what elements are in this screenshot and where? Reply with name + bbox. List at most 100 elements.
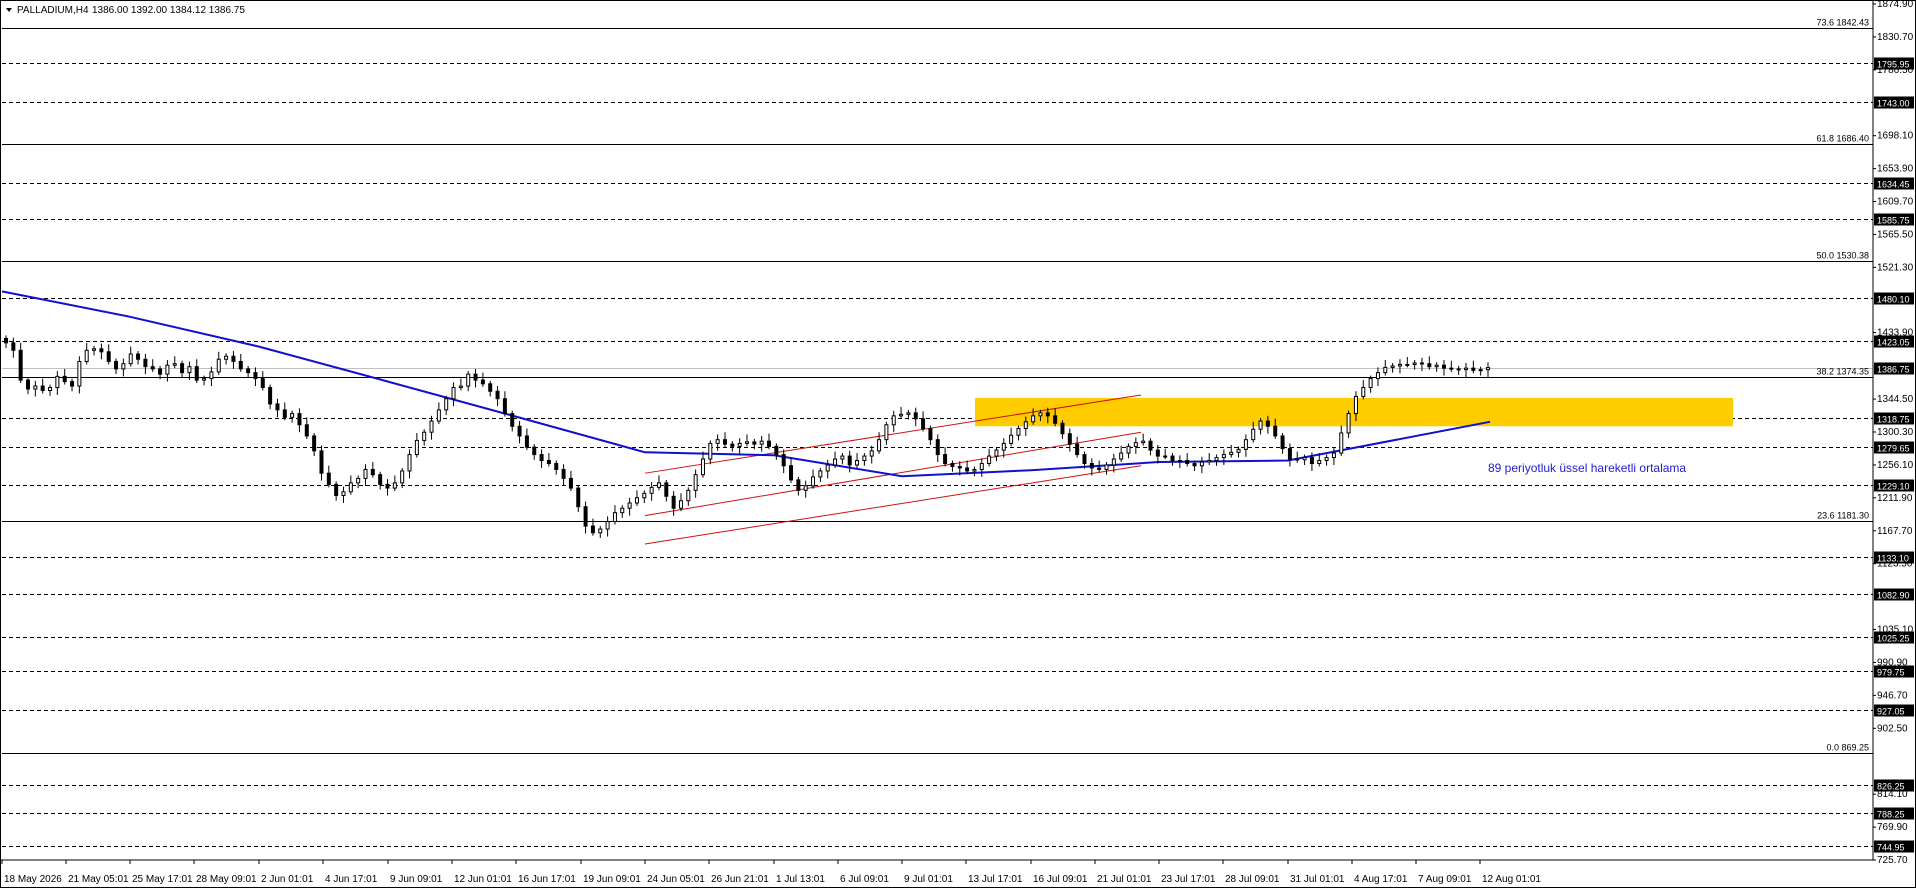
candle-body xyxy=(158,368,163,375)
candle-body xyxy=(1375,372,1380,380)
candle-body xyxy=(150,366,155,370)
x-tick-label: 4 Aug 17:01 xyxy=(1354,874,1408,885)
y-tick-label: 1167.70 xyxy=(1877,526,1913,537)
candle-body xyxy=(348,482,353,493)
axis-layer: 1874.901830.701786.501698.101653.901609.… xyxy=(0,0,1916,888)
candle-body xyxy=(444,398,449,411)
candle-body xyxy=(767,440,772,447)
candle-body xyxy=(840,455,845,460)
candle-body xyxy=(1390,365,1395,368)
candle-body xyxy=(627,502,632,509)
candle-body xyxy=(326,472,331,485)
candle-body xyxy=(1141,440,1146,444)
candle-body xyxy=(1486,367,1490,371)
candle-body xyxy=(811,476,816,487)
candle-body xyxy=(194,366,199,381)
candle-body xyxy=(1280,435,1285,450)
candle-body xyxy=(436,409,441,422)
candle-body xyxy=(1471,367,1476,371)
candle-body xyxy=(62,375,67,383)
level-price-label: 1795.95 xyxy=(1877,60,1910,70)
candle-body xyxy=(759,440,764,445)
x-tick-label: 9 Jul 01:01 xyxy=(904,874,953,885)
fib-level-label: 73.6 1842.43 xyxy=(1816,18,1869,28)
candle-body xyxy=(1243,439,1248,450)
channel-line-lower xyxy=(644,465,1142,545)
level-price-label: 1279.65 xyxy=(1877,444,1910,454)
candle-body xyxy=(1405,363,1410,366)
x-tick-label: 9 Jun 09:01 xyxy=(390,874,443,885)
candle-body xyxy=(576,487,581,508)
candle-body xyxy=(70,381,75,387)
candle-body xyxy=(92,348,97,351)
price-chart[interactable]: 1874.90 1830.70 1786.50 1698.10 1653.90 1609.… xyxy=(0,0,1916,888)
candle-body xyxy=(781,454,786,467)
candle-body xyxy=(678,500,683,509)
fib-level-label: 23.6 1181.30 xyxy=(1817,511,1869,521)
candle-body xyxy=(1082,454,1087,465)
candle-body xyxy=(1163,455,1168,458)
candle-body xyxy=(268,387,273,405)
candle-body xyxy=(202,378,207,381)
candle-body xyxy=(48,387,53,392)
price-chart-svg[interactable]: 1874.901830.701786.501698.101653.901609.… xyxy=(0,0,1916,888)
candle-body xyxy=(700,458,705,476)
candle-body xyxy=(561,468,566,479)
candles-layer xyxy=(4,335,1490,538)
candle-body xyxy=(957,465,962,469)
candle-body xyxy=(745,441,749,444)
candle-body xyxy=(1038,412,1043,417)
x-tick-label: 19 Jun 09:01 xyxy=(583,874,641,885)
candle-body xyxy=(1419,362,1424,365)
candle-body xyxy=(642,492,647,499)
y-tick-label: 1698.10 xyxy=(1877,131,1914,142)
y-tick-label: 1609.70 xyxy=(1877,197,1914,208)
candle-body xyxy=(77,360,82,387)
candle-body xyxy=(590,525,595,534)
y-tick-label: 1565.50 xyxy=(1877,229,1914,240)
candle-body xyxy=(1104,464,1109,470)
candle-body xyxy=(833,458,838,466)
candle-body xyxy=(209,371,214,380)
chart-frame xyxy=(0,0,1916,888)
candle-body xyxy=(1133,442,1138,447)
x-tick-label: 26 Jun 21:01 xyxy=(711,874,769,885)
level-price-label: 1025.25 xyxy=(1877,634,1910,644)
candle-body xyxy=(385,483,390,489)
candle-body xyxy=(1302,457,1307,461)
fib-level-label: 38.2 1374.35 xyxy=(1816,367,1869,377)
candle-body xyxy=(1177,460,1182,463)
x-tick-label: 25 May 17:01 xyxy=(132,874,193,885)
candle-body xyxy=(1449,367,1454,370)
x-tick-label: 7 Aug 09:01 xyxy=(1418,874,1472,885)
level-price-label: 979.75 xyxy=(1877,668,1905,678)
candle-body xyxy=(407,454,412,472)
candle-body xyxy=(869,450,874,457)
y-tick-label: 946.70 xyxy=(1877,690,1908,701)
candle-body xyxy=(671,495,676,509)
candle-body xyxy=(231,355,236,362)
header-legend: PALLADIUM,H4 1386.00 1392.00 1384.12 138… xyxy=(6,5,245,16)
candle-body xyxy=(1170,455,1175,462)
candle-body xyxy=(1148,440,1153,451)
candle-body xyxy=(1199,461,1204,467)
candle-body xyxy=(128,353,133,365)
level-price-label: 826.25 xyxy=(1877,782,1905,792)
candle-body xyxy=(1456,368,1461,371)
ema-line xyxy=(1,290,1491,478)
candle-body xyxy=(1331,452,1336,459)
fib-level-label: 50.0 1530.38 xyxy=(1816,251,1869,261)
candle-body xyxy=(40,385,45,392)
candle-body xyxy=(246,368,251,374)
x-tick-label: 12 Jun 01:01 xyxy=(454,874,512,885)
candle-body xyxy=(1361,387,1366,397)
candle-body xyxy=(238,360,243,370)
candle-body xyxy=(796,479,801,491)
candle-body xyxy=(708,442,713,460)
candle-body xyxy=(392,482,397,489)
candle-body xyxy=(855,460,860,466)
y-tick-label: 1653.90 xyxy=(1877,164,1914,175)
level-price-label: 1743.00 xyxy=(1877,99,1910,109)
dropdown-triangle-icon[interactable] xyxy=(6,8,12,12)
candle-body xyxy=(847,455,852,466)
